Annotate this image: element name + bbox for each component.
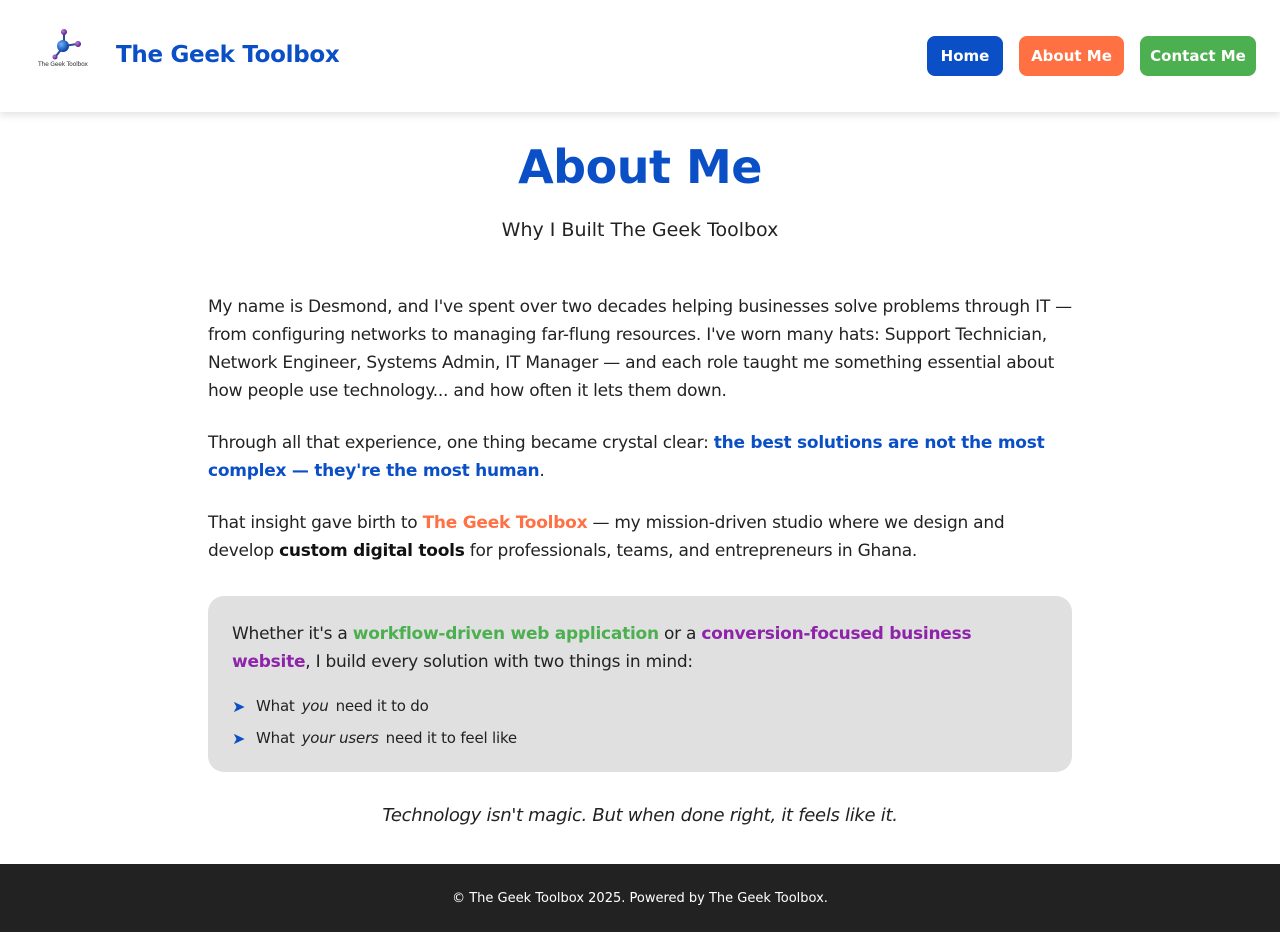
insight-end: .: [539, 461, 545, 481]
bullet-text-end: need it to feel like: [385, 729, 517, 747]
tagline: Technology isn't magic. But when done ri…: [382, 805, 898, 826]
nav-home-button[interactable]: Home: [927, 36, 1003, 76]
services-callout: Whether it's a workflow-driven web appli…: [208, 596, 1072, 772]
nav-contact-button[interactable]: Contact Me: [1140, 36, 1256, 76]
callout-text-start: Whether it's a: [232, 624, 353, 644]
list-item: ➤ What you need it to do: [232, 690, 1048, 722]
mission-text-start: That insight gave birth to: [208, 513, 423, 533]
web-app-highlight: workflow-driven web application: [352, 624, 659, 644]
bullet-text-start: What: [256, 697, 295, 715]
callout-text-end: , I build every solution with two things…: [305, 652, 693, 672]
logo-caption: The Geek Toolbox: [38, 61, 88, 68]
bullet-emphasis: your users: [301, 729, 379, 747]
intro-paragraph: My name is Desmond, and I've spent over …: [208, 297, 1072, 401]
insight-paragraph: Through all that experience, one thing b…: [208, 429, 1072, 485]
page-title: About Me: [518, 140, 762, 194]
bullet-text-end: need it to do: [335, 697, 429, 715]
footer-copyright: © The Geek Toolbox 2025. Powered by The …: [452, 890, 828, 906]
arrow-bullet-icon: ➤: [232, 728, 246, 748]
site-footer: © The Geek Toolbox 2025. Powered by The …: [0, 864, 1280, 932]
bullet-emphasis: you: [301, 697, 329, 715]
page-subtitle: Why I Built The Geek Toolbox: [501, 219, 779, 241]
arrow-bullet-icon: ➤: [232, 696, 246, 716]
site-title[interactable]: The Geek Toolbox: [116, 42, 340, 68]
callout-text-mid: or a: [658, 624, 702, 644]
callout-paragraph: Whether it's a workflow-driven web appli…: [232, 620, 1048, 676]
mission-text-end: for professionals, teams, and entreprene…: [464, 541, 918, 561]
custom-tools-highlight: custom digital tools: [279, 541, 465, 561]
brand-highlight: The Geek Toolbox: [422, 513, 588, 533]
molecule-logo-icon: [52, 29, 81, 60]
site-header: The Geek Toolbox The Geek Toolbox Home A…: [0, 0, 1280, 112]
list-item: ➤ What your users need it to feel like: [232, 722, 1048, 754]
nav-about-button[interactable]: About Me: [1019, 36, 1124, 76]
about-content: My name is Desmond, and I've spent over …: [208, 293, 1072, 589]
mission-paragraph: That insight gave birth to The Geek Tool…: [208, 509, 1072, 565]
insight-text: Through all that experience, one thing b…: [208, 433, 714, 453]
site-logo[interactable]: The Geek Toolbox: [38, 28, 94, 72]
bullet-text-start: What: [256, 729, 295, 747]
